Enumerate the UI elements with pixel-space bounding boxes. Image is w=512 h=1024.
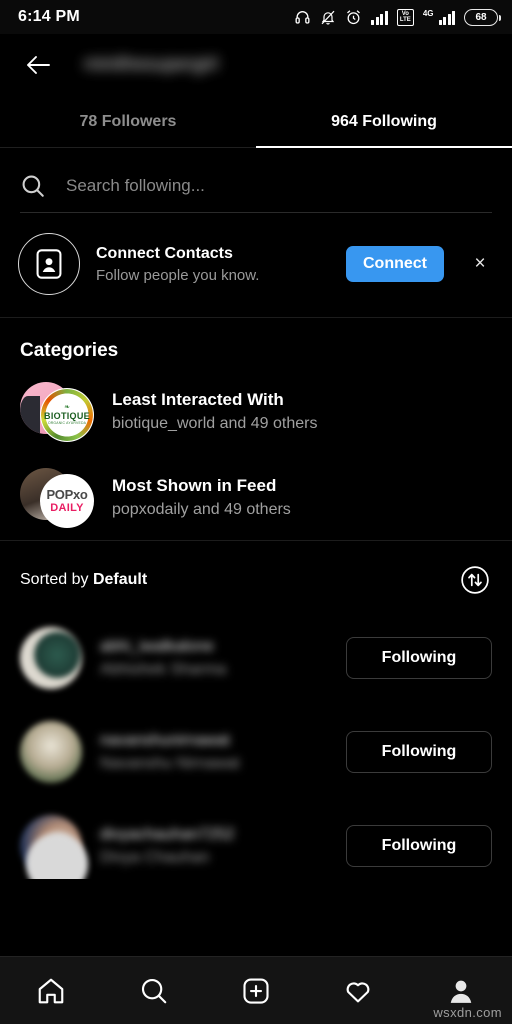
headphones-icon — [295, 11, 310, 24]
4g-signal-icon — [438, 10, 455, 25]
list-item-fullname: Navanshu Nirnawat — [100, 755, 240, 772]
volte-top: Vo — [401, 10, 409, 17]
category-subtitle: biotique_world and 49 others — [112, 414, 318, 432]
list-item-fullname: Divya Chauhan — [100, 849, 210, 866]
alarm-clock-icon — [347, 9, 361, 24]
list-item-username: abhi_iwalkalone — [100, 638, 214, 655]
category-avatar-stack: ❧ BIOTIQUE ORGANIC AYURVEDA — [20, 380, 94, 442]
list-item-text: navanshunirnawat Navanshu Nirnawat — [100, 729, 328, 775]
avatar — [20, 627, 82, 689]
sort-label[interactable]: Sorted by Default — [20, 571, 147, 589]
home-icon — [38, 978, 64, 1003]
bell-muted-icon — [321, 10, 335, 25]
category-subtitle: popxodaily and 49 others — [112, 500, 291, 518]
sort-bar: Sorted by Default — [0, 541, 512, 611]
status-bar: 6:14 PM Vo LTE 4G 68 — [0, 0, 512, 34]
connect-contacts-subtitle: Follow people you know. — [96, 266, 260, 284]
list-item-fullname: Abhishek Sharma — [100, 661, 227, 678]
avatar-front: ❧ BIOTIQUE ORGANIC AYURVEDA — [40, 388, 94, 442]
contact-card-glyph — [36, 249, 62, 279]
following-button[interactable]: Following — [346, 637, 492, 679]
volte-bottom: LTE — [399, 17, 411, 23]
avatar-front: POPxo DAILY — [40, 474, 94, 528]
heart-icon — [347, 981, 370, 1002]
list-item-username: divyachauhan7252 — [100, 826, 235, 843]
list-item-text: divyachauhan7252 Divya Chauhan — [100, 823, 328, 869]
sort-value: Default — [92, 571, 148, 588]
battery-icon: 68 — [464, 8, 501, 26]
search-icon — [141, 978, 166, 1003]
bottom-navigation — [0, 956, 512, 1024]
list-item-username: navanshunirnawat — [100, 732, 230, 749]
avatar-brand-subtext: DAILY — [50, 502, 84, 514]
list-item[interactable]: navanshunirnawat Navanshu Nirnawat Follo… — [0, 705, 512, 799]
nav-add-post[interactable] — [228, 963, 284, 1019]
following-list: abhi_iwalkalone Abhishek Sharma Followin… — [0, 611, 512, 879]
app-header: minithesupergirl — [0, 34, 512, 96]
avatar — [20, 721, 82, 783]
sort-arrows-icon — [461, 566, 489, 594]
categories-heading: Categories — [20, 340, 119, 361]
nav-profile[interactable] — [433, 963, 489, 1019]
page-title: minithesupergirl — [84, 54, 219, 75]
following-button[interactable]: Following — [346, 731, 492, 773]
tab-followers[interactable]: 78 Followers — [0, 96, 256, 147]
connect-contacts-text: Connect Contacts Follow people you know. — [96, 243, 330, 286]
category-avatar-stack: POPxo DAILY — [20, 466, 94, 528]
status-icon-group: Vo LTE 4G 68 — [294, 8, 501, 26]
tab-following[interactable]: 964 Following — [256, 96, 512, 148]
following-button[interactable]: Following — [346, 825, 492, 867]
connect-contacts-card: Connect Contacts Follow people you know.… — [0, 213, 512, 317]
search-section — [0, 148, 512, 213]
category-text: Most Shown in Feed popxodaily and 49 oth… — [112, 474, 492, 521]
network-label: 4G — [422, 8, 434, 18]
avatar-brand-text: POPxo — [46, 487, 88, 502]
volte-icon: Vo LTE — [396, 8, 414, 26]
search-icon — [22, 175, 44, 197]
search-row — [20, 162, 492, 210]
back-arrow-icon — [27, 56, 50, 74]
nav-search[interactable] — [126, 963, 182, 1019]
instagram-following-screen: 6:14 PM Vo LTE 4G 68 minithesupergirl 78… — [0, 0, 512, 1024]
connect-contacts-title: Connect Contacts — [96, 244, 233, 262]
list-item-text: abhi_iwalkalone Abhishek Sharma — [100, 635, 328, 681]
back-button[interactable] — [16, 43, 60, 87]
nav-home[interactable] — [23, 963, 79, 1019]
add-post-icon — [243, 977, 269, 1004]
profile-icon — [450, 980, 471, 1003]
status-time: 6:14 PM — [18, 8, 80, 25]
category-row-most-shown[interactable]: POPxo DAILY Most Shown in Feed popxodail… — [0, 454, 512, 540]
followers-following-tabs: 78 Followers 964 Following — [0, 96, 512, 148]
connect-button[interactable]: Connect — [346, 246, 444, 282]
signal-bars-icon — [371, 10, 388, 25]
category-title: Most Shown in Feed — [112, 475, 277, 495]
nav-activity[interactable] — [330, 963, 386, 1019]
category-title: Least Interacted With — [112, 389, 284, 409]
search-input[interactable] — [66, 176, 492, 196]
avatar-brand-text: BIOTIQUE — [44, 411, 90, 421]
close-icon[interactable]: × — [466, 253, 494, 275]
sort-button[interactable] — [458, 563, 492, 597]
avatar-brand-subtext: ORGANIC AYURVEDA — [47, 421, 87, 425]
battery-percent: 68 — [475, 11, 487, 23]
category-row-least-interacted[interactable]: ❧ BIOTIQUE ORGANIC AYURVEDA Least Intera… — [0, 368, 512, 454]
sort-prefix: Sorted by — [20, 571, 93, 588]
category-text: Least Interacted With biotique_world and… — [112, 388, 492, 435]
list-item[interactable]: abhi_iwalkalone Abhishek Sharma Followin… — [0, 611, 512, 705]
contact-card-icon — [18, 233, 80, 295]
